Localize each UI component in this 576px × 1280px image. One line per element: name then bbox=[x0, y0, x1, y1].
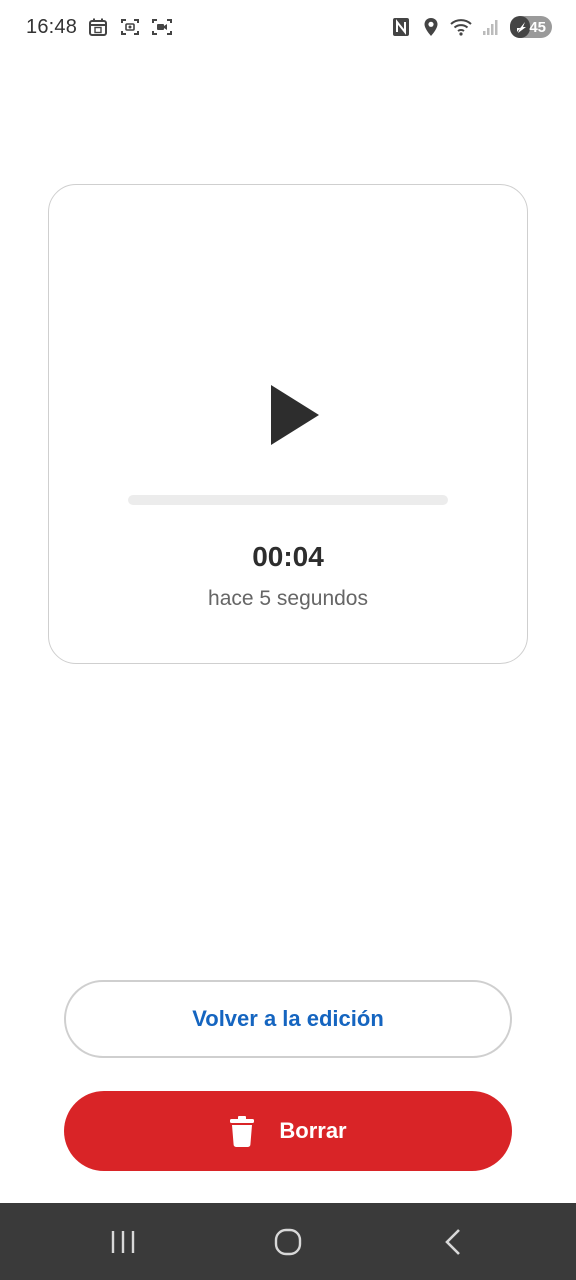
screenshot-icon bbox=[119, 16, 141, 38]
battery-level: 45 bbox=[529, 18, 546, 36]
recent-apps-icon bbox=[111, 1230, 134, 1253]
status-right: 45 bbox=[390, 16, 552, 38]
recording-timestamp: hace 5 segundos bbox=[208, 587, 368, 610]
navigation-bar bbox=[0, 1203, 576, 1280]
play-button[interactable] bbox=[263, 379, 323, 451]
home-icon bbox=[274, 1228, 302, 1255]
status-left: 16:48 bbox=[26, 16, 173, 39]
recording-duration: 00:04 bbox=[252, 541, 324, 572]
wifi-icon bbox=[450, 16, 472, 38]
delete-button[interactable]: Borrar bbox=[64, 1091, 512, 1171]
back-to-editing-button[interactable]: Volver a la edición bbox=[64, 980, 512, 1058]
back-icon bbox=[445, 1228, 461, 1255]
status-bar: 16:48 45 bbox=[0, 0, 576, 54]
back-to-editing-label: Volver a la edición bbox=[192, 1006, 384, 1031]
audio-player-card: 00:04 hace 5 segundos bbox=[48, 184, 528, 664]
screen-record-icon bbox=[151, 16, 173, 38]
back-button[interactable] bbox=[413, 1212, 493, 1272]
calendar-icon bbox=[87, 16, 109, 38]
location-icon bbox=[420, 16, 442, 38]
battery-icon: 45 bbox=[510, 16, 552, 38]
charging-bolt-icon bbox=[517, 22, 526, 33]
play-icon bbox=[271, 385, 319, 445]
trash-icon bbox=[229, 1115, 255, 1147]
delete-label: Borrar bbox=[279, 1118, 347, 1143]
playback-progress-bar[interactable] bbox=[128, 495, 448, 505]
status-time: 16:48 bbox=[26, 15, 78, 38]
recent-apps-button[interactable] bbox=[83, 1212, 163, 1272]
home-button[interactable] bbox=[248, 1212, 328, 1272]
signal-icon bbox=[480, 16, 502, 38]
nfc-icon bbox=[390, 16, 412, 38]
